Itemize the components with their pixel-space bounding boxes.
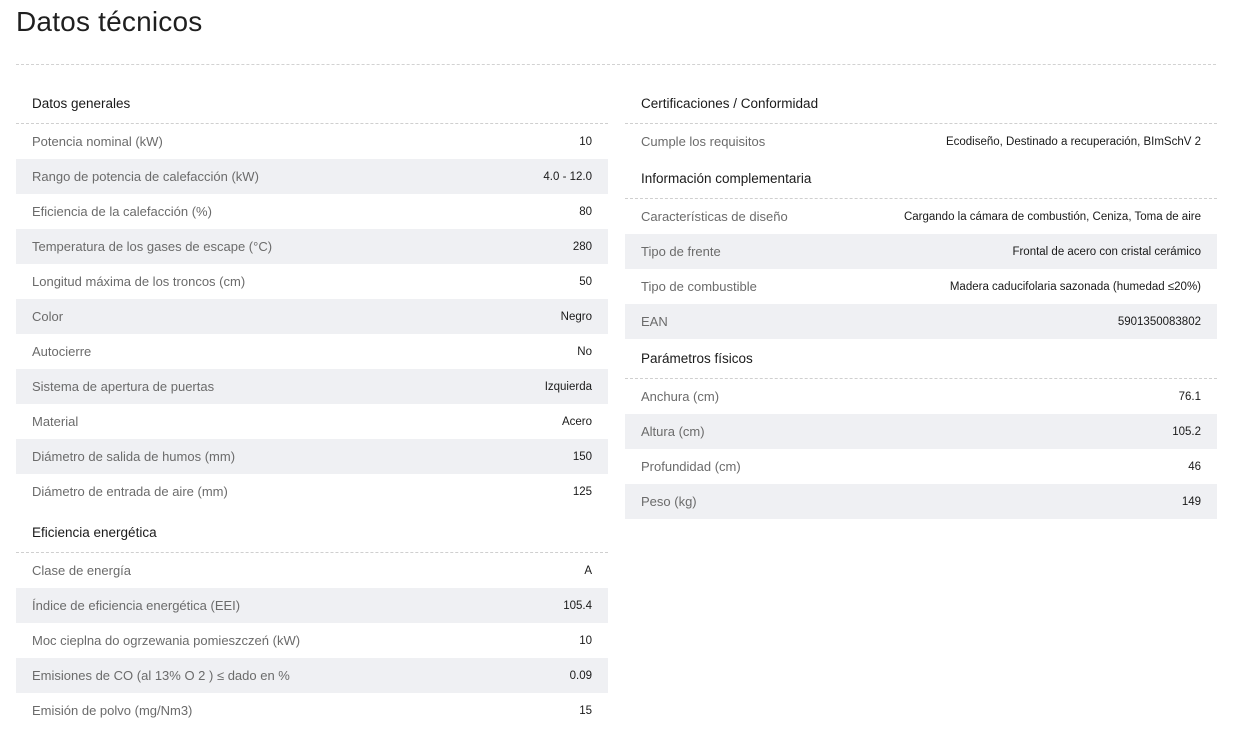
spec-row: Longitud máxima de los troncos (cm) 50 [16,264,608,299]
spec-row: Características de diseño Cargando la cám… [625,199,1217,234]
spec-row: Profundidad (cm) 46 [625,449,1217,484]
spec-value: 280 [572,240,592,253]
spec-label: Altura (cm) [641,424,705,439]
section-header: Parámetros físicos [625,339,1217,379]
spec-row: Eficiencia de la calefacción (%) 80 [16,194,608,229]
spec-value: 50 [579,275,592,288]
section-datos-generales: Datos generales Potencia nominal (kW) 10 … [16,84,608,509]
spec-value: 4.0 - 12.0 [543,170,592,183]
spec-label: Tipo de frente [641,244,721,259]
title-divider [16,64,1216,65]
spec-value: 10 [579,634,592,647]
spec-label: Autocierre [32,344,92,359]
spec-label: Diámetro de entrada de aire (mm) [32,484,228,499]
spec-row: Color Negro [16,299,608,334]
spec-row: Potencia nominal (kW) 10 [16,124,608,159]
spec-value: Negro [560,310,592,323]
section-header: Información complementaria [625,159,1217,199]
left-column: Datos generales Potencia nominal (kW) 10 … [16,84,608,728]
section-parametros-fisicos: Parámetros físicos Anchura (cm) 76.1 Altu… [625,339,1217,519]
spec-row: Emisión de polvo (mg/Nm3) 15 [16,693,608,728]
section-header: Certificaciones / Conformidad [625,84,1217,124]
spec-label: Rango de potencia de calefacción (kW) [32,169,259,184]
spec-value: 0.09 [569,669,592,682]
spec-row: Clase de energía A [16,553,608,588]
spec-row: Material Acero [16,404,608,439]
spec-row: Emisiones de CO (al 13% O 2 ) ≤ dado en … [16,658,608,693]
spec-label: Tipo de combustible [641,279,757,294]
spec-value: Cargando la cámara de combustión, Ceniza… [903,210,1201,223]
spec-row: Anchura (cm) 76.1 [625,379,1217,414]
spec-label: Longitud máxima de los troncos (cm) [32,274,246,289]
spec-label: Moc cieplna do ogrzewania pomieszczeń (k… [32,633,301,648]
section-informacion-complementaria: Información complementaria Característic… [625,159,1217,339]
right-column: Certificaciones / Conformidad Cumple los… [625,84,1217,519]
spec-label: Características de diseño [641,209,788,224]
section-certificaciones: Certificaciones / Conformidad Cumple los… [625,84,1217,159]
section-header: Datos generales [16,84,608,124]
spec-value: Ecodiseño, Destinado a recuperación, BIm… [945,135,1201,148]
spec-row: Cumple los requisitos Ecodiseño, Destinad… [625,124,1217,159]
spec-row: Índice de eficiencia energética (EEI) 105… [16,588,608,623]
spec-value: 105.4 [563,599,592,612]
spec-label: Diámetro de salida de humos (mm) [32,449,236,464]
spec-row: Diámetro de entrada de aire (mm) 125 [16,474,608,509]
spec-row: Peso (kg) 149 [625,484,1217,519]
spec-label: Anchura (cm) [641,389,720,404]
spec-label: Material [32,414,79,429]
spec-row: Diámetro de salida de humos (mm) 150 [16,439,608,474]
spec-row: Temperatura de los gases de escape (°C) 2… [16,229,608,264]
spec-value: Izquierda [544,380,592,393]
spec-label: Potencia nominal (kW) [32,134,163,149]
page-title: Datos técnicos [16,6,203,37]
spec-value: 15 [579,704,592,717]
spec-value: 76.1 [1178,390,1201,403]
spec-value: No [577,345,592,358]
spec-value: 149 [1181,495,1201,508]
spec-label: EAN [641,314,668,329]
spec-value: 125 [572,485,592,498]
spec-row: EAN 5901350083802 [625,304,1217,339]
spec-value: 80 [579,205,592,218]
section-header: Eficiencia energética [16,513,608,553]
spec-label: Emisiones de CO (al 13% O 2 ) ≤ dado en … [32,668,290,683]
spec-row: Moc cieplna do ogrzewania pomieszczeń (k… [16,623,608,658]
spec-row: Tipo de frente Frontal de acero con crist… [625,234,1217,269]
spec-label: Peso (kg) [641,494,697,509]
spec-value: 150 [572,450,592,463]
spec-label: Profundidad (cm) [641,459,741,474]
spec-value: Acero [561,415,592,428]
spec-label: Eficiencia de la calefacción (%) [32,204,212,219]
spec-label: Color [32,309,64,324]
spec-value: 105.2 [1172,425,1201,438]
spec-label: Clase de energía [32,563,132,578]
spec-row: Sistema de apertura de puertas Izquierda [16,369,608,404]
spec-row: Rango de potencia de calefacción (kW) 4.0… [16,159,608,194]
spec-row: Altura (cm) 105.2 [625,414,1217,449]
spec-value: A [584,564,592,577]
section-eficiencia-energetica: Eficiencia energética Clase de energía A … [16,513,608,728]
spec-value: Frontal de acero con cristal cerámico [1012,245,1201,258]
spec-value: Madera caducifolaria sazonada (humedad ≤… [949,280,1201,293]
spec-label: Cumple los requisitos [641,134,766,149]
spec-label: Sistema de apertura de puertas [32,379,215,394]
spec-value: 46 [1188,460,1201,473]
spec-row: Autocierre No [16,334,608,369]
spec-label: Índice de eficiencia energética (EEI) [32,598,241,613]
spec-label: Temperatura de los gases de escape (°C) [32,239,273,254]
spec-value: 10 [579,135,592,148]
spec-value: 5901350083802 [1117,315,1201,328]
spec-row: Tipo de combustible Madera caducifolaria … [625,269,1217,304]
spec-label: Emisión de polvo (mg/Nm3) [32,703,193,718]
